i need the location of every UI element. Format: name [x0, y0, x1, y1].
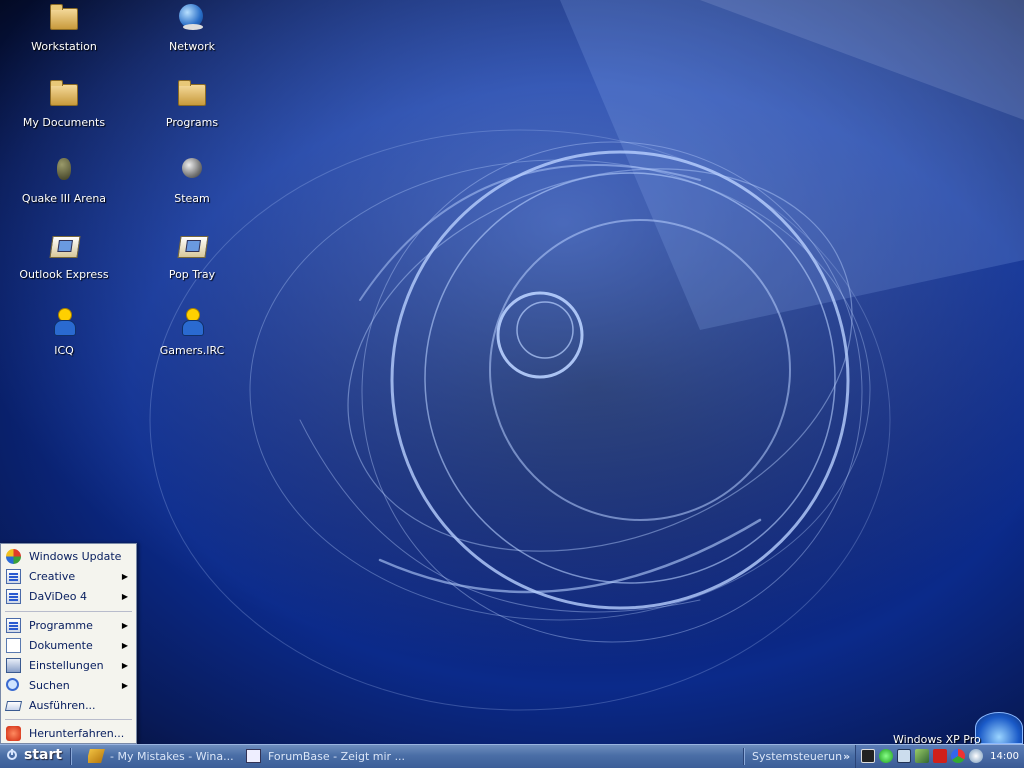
windows-globe-logo-icon — [975, 712, 1023, 744]
menu-item-label: Windows Update — [29, 550, 122, 563]
pop-tray-icon — [175, 230, 209, 264]
browser-icon — [246, 749, 261, 763]
menu-item-davideo[interactable]: DaViDeo 4 ▶ — [1, 587, 136, 607]
taskbar-button-label: - My Mistakes - Wina... — [110, 750, 234, 763]
menu-item-label: Herunterfahren... — [29, 727, 125, 740]
taskbar-button-label: ForumBase - Zeigt mir ... — [268, 750, 406, 763]
menu-item-ausfuehren[interactable]: Ausführen... — [1, 696, 136, 716]
submenu-arrow-icon: ▶ — [121, 641, 128, 650]
desktop-icon-label: Steam — [174, 192, 210, 205]
submenu-arrow-icon: ▶ — [121, 592, 128, 601]
programs-folder-icon — [175, 78, 209, 112]
desktop: Workstation Network My Documents Program… — [0, 0, 1024, 744]
taskbar-divider — [743, 748, 745, 765]
desktop-icon-gamers-irc[interactable]: Gamers.IRC — [140, 306, 244, 357]
taskbar-divider — [70, 748, 72, 765]
desktop-icon-label: Gamers.IRC — [159, 344, 225, 357]
toolbar-label: Systemsteuerung — [752, 750, 842, 763]
menu-item-label: Suchen — [29, 679, 70, 692]
run-icon — [4, 701, 23, 711]
start-label: start — [24, 747, 63, 763]
icq-person-icon — [47, 306, 81, 340]
desktop-icon-icq[interactable]: ICQ — [12, 306, 116, 357]
desktop-icon-network[interactable]: Network — [140, 2, 244, 53]
program-group-icon — [6, 569, 21, 584]
toolbar-systemsteuerung[interactable]: Systemsteuerung — [752, 745, 842, 768]
submenu-arrow-icon: ▶ — [121, 572, 128, 581]
menu-item-label: Creative — [29, 570, 76, 583]
desktop-icon-label: ICQ — [54, 344, 74, 357]
documents-icon — [6, 638, 21, 653]
desktop-icon-workstation[interactable]: Workstation — [12, 2, 116, 53]
taskbar-button-winamp[interactable]: - My Mistakes - Wina... — [88, 745, 240, 768]
desktop-icon-label: Pop Tray — [168, 268, 216, 281]
steam-tray-icon[interactable] — [861, 749, 875, 763]
desktop-icon-quake[interactable]: Quake III Arena — [12, 154, 116, 205]
menu-separator — [5, 611, 132, 612]
menu-item-label: Einstellungen — [29, 659, 104, 672]
menu-item-creative[interactable]: Creative ▶ — [1, 567, 136, 587]
menu-item-dokumente[interactable]: Dokumente ▶ — [1, 636, 136, 656]
clock[interactable]: 14:00 — [990, 745, 1019, 768]
menu-item-einstellungen[interactable]: Einstellungen ▶ — [1, 656, 136, 676]
menu-item-label: Ausführen... — [29, 699, 96, 712]
network-globe-icon — [175, 2, 209, 36]
color-tray-icon[interactable] — [951, 749, 965, 763]
search-icon — [6, 678, 19, 691]
desktop-icon-label: Programs — [165, 116, 219, 129]
menu-item-label: Dokumente — [29, 639, 93, 652]
menu-item-suchen[interactable]: Suchen ▶ — [1, 676, 136, 696]
menu-item-programme[interactable]: Programme ▶ — [1, 616, 136, 636]
toolbar-overflow-button[interactable]: » — [843, 745, 853, 768]
overflow-chevron-icon: » — [843, 750, 851, 763]
workstation-folder-icon — [47, 2, 81, 36]
green-star-tray-icon[interactable] — [879, 749, 893, 763]
desktop-icon-outlook-express[interactable]: Outlook Express — [12, 230, 116, 281]
settings-icon — [6, 658, 21, 673]
submenu-arrow-icon: ▶ — [121, 621, 128, 630]
start-button[interactable]: start — [0, 745, 68, 768]
irc-person-icon — [175, 306, 209, 340]
system-tray: 14:00 — [855, 745, 1024, 768]
windows-update-icon — [6, 549, 21, 564]
desktop-icon-pop-tray[interactable]: Pop Tray — [140, 230, 244, 281]
submenu-arrow-icon: ▶ — [121, 661, 128, 670]
menu-item-herunterfahren[interactable]: Herunterfahren... — [1, 724, 136, 744]
documents-folder-icon — [47, 78, 81, 112]
taskbar: start - My Mistakes - Wina... ForumBase … — [0, 744, 1024, 768]
antivirus-tray-icon[interactable] — [933, 749, 947, 763]
desktop-icon-programs[interactable]: Programs — [140, 78, 244, 129]
desktop-icon-steam[interactable]: Steam — [140, 154, 244, 205]
power-icon — [7, 749, 17, 760]
desktop-icon-label: Outlook Express — [19, 268, 109, 281]
desktop-icon-my-documents[interactable]: My Documents — [12, 78, 116, 129]
program-group-icon — [6, 589, 21, 604]
menu-separator — [5, 719, 132, 720]
programs-icon — [6, 618, 21, 633]
desktop-icon-label: My Documents — [22, 116, 106, 129]
start-menu: Windows Update Creative ▶ DaViDeo 4 ▶ Pr… — [0, 543, 137, 744]
menu-item-windows-update[interactable]: Windows Update — [1, 547, 136, 567]
winamp-icon — [88, 749, 105, 763]
desktop-icon-label: Network — [169, 40, 215, 53]
desktop-icon-label: Quake III Arena — [21, 192, 107, 205]
volume-tray-icon[interactable] — [897, 749, 911, 763]
power-tray-icon[interactable] — [969, 749, 983, 763]
desktop-icon-label: Workstation — [31, 40, 97, 53]
menu-item-label: Programme — [29, 619, 93, 632]
steam-icon — [175, 154, 209, 188]
shutdown-icon — [6, 726, 21, 741]
menu-item-label: DaViDeo 4 — [29, 590, 88, 603]
network-tray-icon[interactable] — [915, 749, 929, 763]
submenu-arrow-icon: ▶ — [121, 681, 128, 690]
outlook-express-icon — [47, 230, 81, 264]
taskbar-button-forumbase[interactable]: ForumBase - Zeigt mir ... — [246, 745, 406, 768]
quake-grenade-icon — [47, 154, 81, 188]
